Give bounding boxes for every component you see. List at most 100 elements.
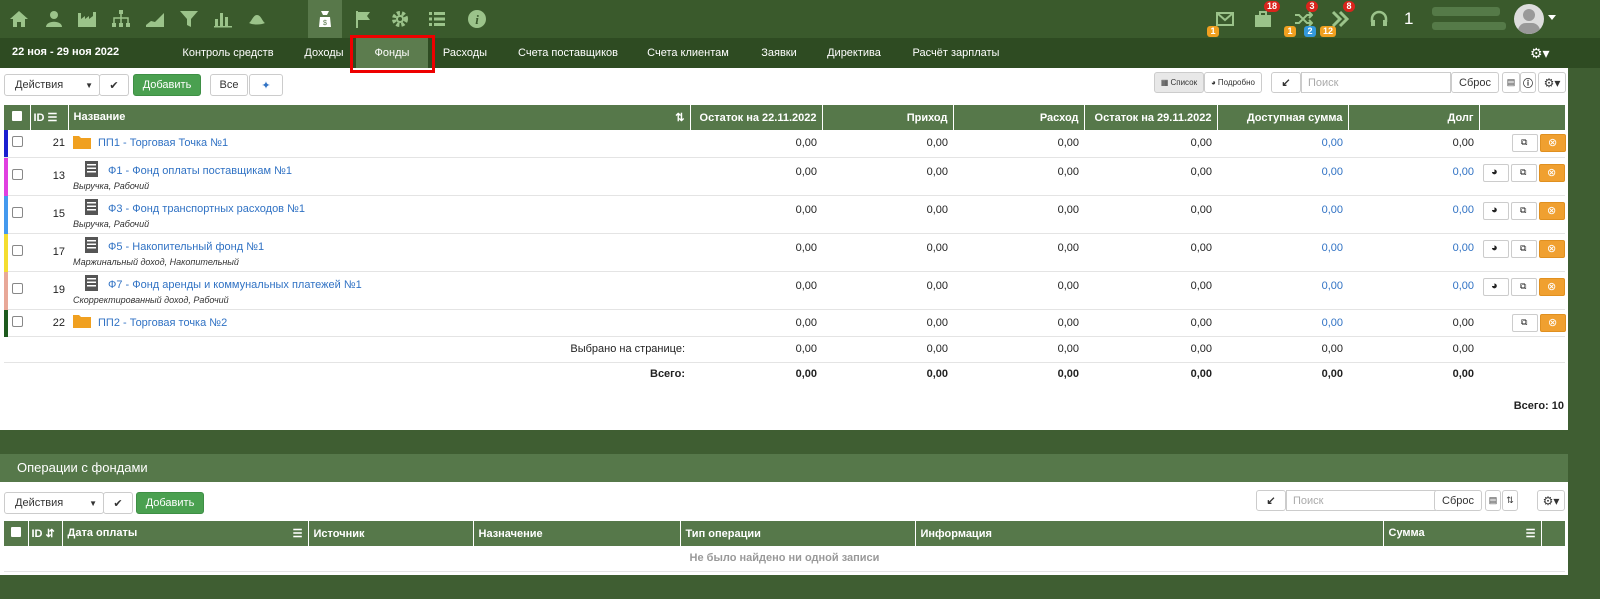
date-range[interactable]: 22 ноя - 29 ноя 2022 (12, 46, 119, 58)
pie-chart-button[interactable]: ◕ (1483, 163, 1509, 182)
ops-search-input[interactable]: Поиск (1286, 490, 1436, 511)
copy-button[interactable]: ⧉ (1511, 239, 1537, 258)
header-closing[interactable]: Остаток на 29.11.2022 (1084, 105, 1218, 130)
list-icon[interactable] (420, 0, 454, 38)
tab-income[interactable]: Доходы (292, 38, 356, 68)
user-menu-caret-icon[interactable] (1548, 15, 1556, 20)
chart-area-icon[interactable] (138, 0, 172, 38)
fund-name-link[interactable]: Ф5 - Накопительный фонд №1 (108, 241, 264, 253)
hat-icon[interactable] (240, 0, 274, 38)
table-row[interactable]: 17 Ф5 - Накопительный фонд №1 Маржинальный… (4, 233, 1565, 272)
mail-icon[interactable]: 1 (1207, 6, 1238, 37)
apply-check-button[interactable]: ✔ (99, 74, 129, 96)
shuffle-icon[interactable]: 3 2 12 (1290, 1, 1337, 37)
tab-requests[interactable]: Заявки (748, 38, 810, 68)
pin-button[interactable]: ✦ (249, 74, 283, 96)
available-value[interactable]: 0,00 (1217, 157, 1348, 196)
copy-button[interactable]: ⧉ (1512, 313, 1538, 332)
header-debt[interactable]: Долг (1348, 105, 1480, 130)
fund-name-link[interactable]: ПП2 - Торговая точка №2 (98, 317, 227, 329)
available-value[interactable]: 0,00 (1217, 130, 1348, 158)
ops-add-button[interactable]: Добавить (136, 492, 204, 514)
debt-value[interactable]: 0,00 (1348, 233, 1479, 272)
reset-button[interactable]: Сброс (1451, 72, 1499, 93)
add-button[interactable]: Добавить (133, 74, 201, 96)
ops-header-id[interactable]: ID ⇵ (28, 521, 63, 546)
table-settings-icon[interactable]: ⚙▾ (1538, 72, 1566, 93)
copy-button[interactable]: ⧉ (1512, 134, 1538, 153)
delete-button[interactable]: ⊗ (1539, 201, 1565, 220)
ops-header-target[interactable]: Назначение (473, 521, 681, 546)
gear-icon[interactable] (383, 0, 417, 38)
header-income[interactable]: Приход (822, 105, 954, 130)
tab-funds-control[interactable]: Контроль средств (172, 38, 284, 68)
info-icon[interactable]: i (460, 0, 494, 38)
user-icon[interactable] (36, 0, 70, 38)
pie-chart-button[interactable]: ◕ (1483, 201, 1509, 220)
delete-button[interactable]: ⊗ (1540, 313, 1566, 332)
ops-header-info[interactable]: Информация (915, 521, 1384, 546)
ops-header-sum[interactable]: Сумма ☰ (1383, 521, 1542, 546)
avatar[interactable] (1514, 4, 1544, 34)
fund-name-link[interactable]: Ф1 - Фонд оплаты поставщикам №1 (108, 165, 292, 177)
available-value[interactable]: 0,00 (1217, 271, 1348, 310)
header-available[interactable]: Доступная сумма (1217, 105, 1349, 130)
pie-chart-button[interactable]: ◕ (1483, 277, 1509, 296)
table-row[interactable]: 15 Ф3 - Фонд транспортных расходов №1 Выру… (4, 195, 1565, 234)
available-value[interactable]: 0,00 (1217, 233, 1348, 272)
ops-header-source[interactable]: Источник (308, 521, 474, 546)
pie-chart-button[interactable]: ◕ (1483, 239, 1509, 258)
print-icon[interactable]: ▤ (1502, 72, 1520, 93)
debt-value[interactable]: 0,00 (1348, 195, 1479, 234)
table-row[interactable]: 19 Ф7 - Фонд аренды и коммунальных платеж… (4, 271, 1565, 310)
ops-select-all-checkbox[interactable] (10, 527, 21, 537)
tab-client-invoices[interactable]: Счета клиентам (638, 38, 738, 68)
ops-reset-button[interactable]: Сброс (1434, 490, 1482, 511)
search-input[interactable]: Поиск (1301, 72, 1451, 93)
table-row[interactable]: 13 Ф1 - Фонд оплаты поставщикам №1 Выручка… (4, 157, 1565, 196)
view-list-button[interactable]: ▦ Список (1154, 72, 1204, 93)
ops-collapse-arrow-button[interactable]: ↙ (1256, 490, 1286, 511)
headset-icon[interactable] (1366, 6, 1392, 32)
copy-button[interactable]: ⧉ (1511, 163, 1537, 182)
row-checkbox[interactable] (11, 315, 23, 327)
copy-button[interactable]: ⧉ (1511, 277, 1537, 296)
info-circle-icon[interactable]: ⓘ (1520, 72, 1536, 93)
ops-print-icon[interactable]: ▤ (1485, 490, 1501, 511)
tab-supplier-invoices[interactable]: Счета поставщиков (506, 38, 630, 68)
settings-gear-icon[interactable]: ⚙▾ (1530, 45, 1550, 62)
available-value[interactable]: 0,00 (1217, 195, 1348, 234)
fund-name-link[interactable]: ПП1 - Торговая Точка №1 (98, 137, 228, 149)
select-all-checkbox[interactable] (11, 111, 22, 121)
delete-button[interactable]: ⊗ (1539, 163, 1565, 182)
collapse-arrow-button[interactable]: ↙ (1271, 72, 1301, 93)
filter-all-button[interactable]: Все (210, 74, 248, 96)
filter-icon[interactable] (172, 0, 206, 38)
bar-chart-icon[interactable] (206, 0, 240, 38)
table-row[interactable]: 21 ПП1 - Торговая Точка №1 0,00 0,00 0,00 0,0… (4, 130, 1566, 158)
row-checkbox[interactable] (11, 207, 23, 218)
row-checkbox[interactable] (11, 136, 23, 148)
header-opening[interactable]: Остаток на 22.11.2022 (690, 105, 823, 130)
ops-header-date[interactable]: Дата оплаты ☰ (62, 521, 309, 546)
debt-value[interactable]: 0,00 (1348, 271, 1479, 310)
ops-table-settings-icon[interactable]: ⚙▾ (1537, 490, 1565, 511)
money-bag-icon[interactable]: $ (308, 0, 342, 38)
actions-dropdown[interactable]: Действия ▼ (4, 74, 100, 96)
tab-expenses[interactable]: Расходы (434, 38, 496, 68)
fund-name-link[interactable]: Ф7 - Фонд аренды и коммунальных платежей… (108, 279, 362, 291)
delete-button[interactable]: ⊗ (1540, 134, 1566, 153)
ops-actions-dropdown[interactable]: Действия ▼ (4, 492, 104, 514)
header-expense[interactable]: Расход (953, 105, 1085, 130)
copy-button[interactable]: ⧉ (1511, 201, 1537, 220)
ops-header-select-all[interactable] (4, 521, 29, 546)
ops-apply-check-button[interactable]: ✔ (103, 492, 133, 514)
delete-button[interactable]: ⊗ (1539, 277, 1565, 296)
debt-value[interactable]: 0,00 (1348, 157, 1479, 196)
available-value[interactable]: 0,00 (1217, 309, 1348, 337)
ops-header-type[interactable]: Тип операции (680, 521, 916, 546)
fund-name-link[interactable]: Ф3 - Фонд транспортных расходов №1 (108, 203, 305, 215)
org-chart-icon[interactable] (104, 0, 138, 38)
home-icon[interactable] (2, 0, 36, 38)
tab-directive[interactable]: Директива (816, 38, 892, 68)
